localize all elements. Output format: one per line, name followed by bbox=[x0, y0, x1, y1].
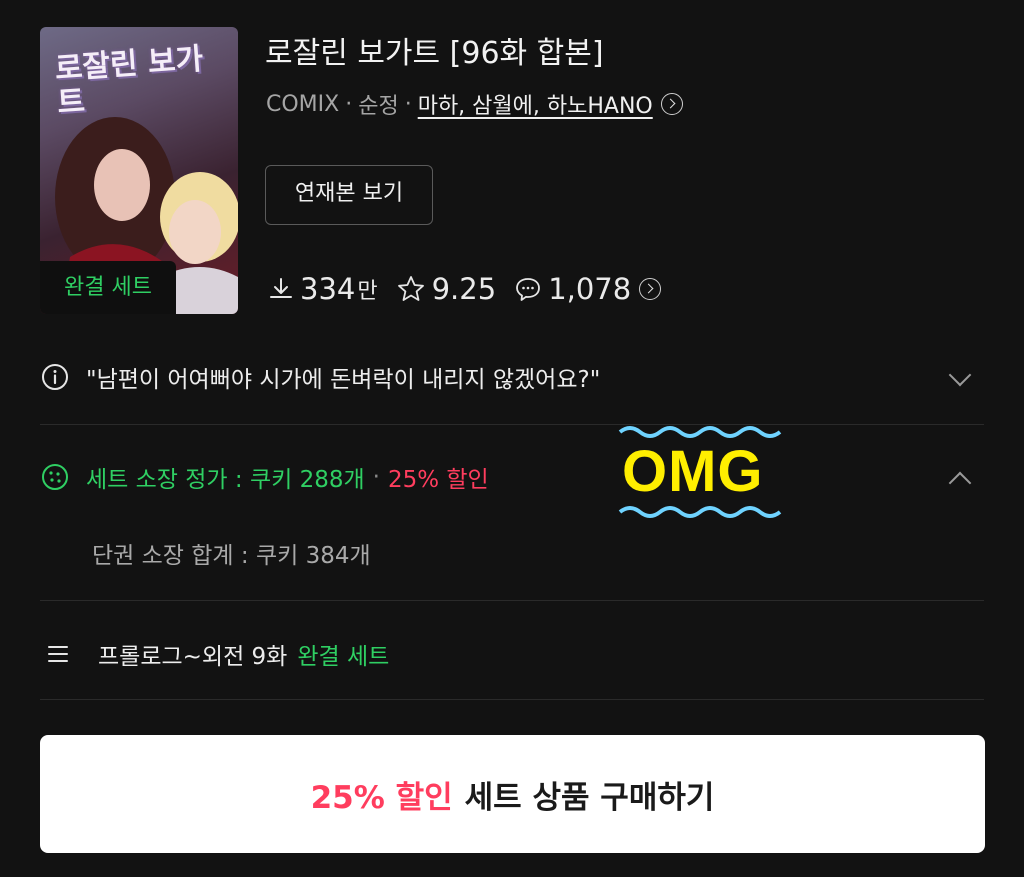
divider bbox=[40, 600, 984, 601]
synopsis-row[interactable]: "남편이 어여뻐야 시가에 돈벼락이 내리지 않겠어요?" bbox=[40, 355, 984, 399]
cover-title: 로잘린 보가트 bbox=[53, 41, 205, 121]
rating: 9.25 bbox=[396, 272, 497, 306]
comment-value: 1,078 bbox=[548, 272, 632, 306]
contents-row[interactable]: 프롤로그~외전 9화 완결 세트 bbox=[40, 632, 389, 676]
page-title: 로잘린 보가트 [96화 합본] bbox=[265, 36, 604, 71]
set-price-row[interactable]: 세트 소장 정가 : 쿠키 288개 · 25% 할인 bbox=[40, 455, 984, 499]
comments-more-icon[interactable] bbox=[639, 278, 662, 300]
discount-label: 25% 할인 bbox=[387, 467, 489, 493]
view-serial-button[interactable]: 연재본 보기 bbox=[265, 165, 433, 225]
chevron-up-icon[interactable] bbox=[948, 471, 972, 495]
complete-set-badge: 완결 세트 bbox=[40, 261, 176, 314]
rating-value: 9.25 bbox=[431, 272, 497, 306]
omg-text: OMG bbox=[622, 439, 764, 504]
omg-annotation: OMG bbox=[618, 424, 784, 520]
download-count: 334 만 bbox=[268, 272, 378, 306]
chevron-down-icon[interactable] bbox=[948, 363, 972, 387]
set-price-text: 세트 소장 정가 : 쿠키 288개 bbox=[86, 467, 365, 493]
download-icon bbox=[270, 278, 292, 298]
cookie-icon bbox=[42, 464, 68, 490]
contents-range: 프롤로그~외전 9화 bbox=[98, 644, 288, 670]
star-icon bbox=[397, 276, 424, 301]
download-unit: 만 bbox=[357, 279, 378, 304]
genre[interactable]: 순정 bbox=[358, 88, 398, 120]
list-icon bbox=[48, 646, 68, 662]
publisher[interactable]: COMIX bbox=[266, 92, 339, 117]
cover-image[interactable]: 로잘린 보가트 완결 세트 bbox=[40, 27, 238, 314]
download-value: 334 bbox=[300, 272, 356, 306]
divider bbox=[40, 424, 984, 425]
buy-set-button[interactable]: 25% 할인 세트 상품 구매하기 bbox=[40, 735, 985, 853]
contents-label: 완결 세트 bbox=[297, 644, 390, 670]
separator-dot: · bbox=[345, 91, 353, 117]
stats-row: 334 만 9.25 1,078 bbox=[268, 268, 679, 310]
buy-discount-label: 25% 할인 bbox=[310, 779, 453, 816]
divider bbox=[40, 699, 984, 700]
comment-count[interactable]: 1,078 bbox=[514, 272, 662, 306]
separator-dot: · bbox=[404, 91, 412, 117]
buy-label: 세트 상품 구매하기 bbox=[464, 779, 715, 816]
authors-link[interactable]: 마하, 삼월에, 하노HANO bbox=[418, 88, 653, 120]
info-icon bbox=[42, 364, 68, 390]
separator-dot: · bbox=[372, 464, 380, 490]
authors-more-icon[interactable] bbox=[660, 93, 683, 115]
synopsis-text: "남편이 어여뻐야 시가에 돈벼락이 내리지 않겠어요?" bbox=[86, 367, 601, 393]
comment-icon bbox=[516, 278, 541, 301]
single-total-text: 단권 소장 합계 : 쿠키 384개 bbox=[92, 543, 371, 569]
meta-line: COMIX · 순정 · 마하, 삼월에, 하노HANO bbox=[266, 88, 683, 120]
